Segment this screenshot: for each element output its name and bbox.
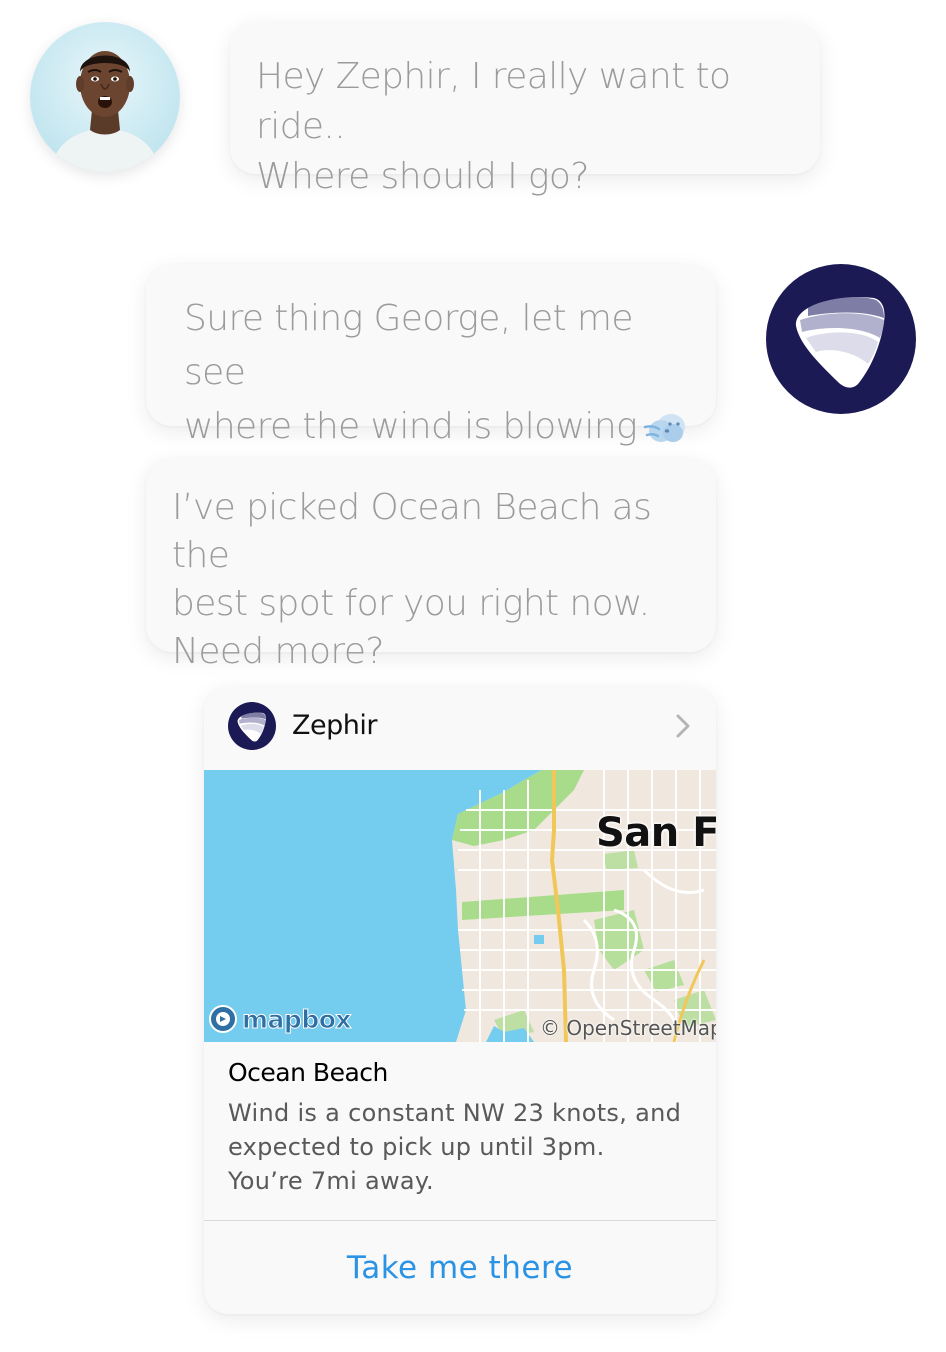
mapbox-icon [209,1005,237,1033]
zephir-logo-icon [228,702,276,750]
map-city-label: San Fr [596,810,716,856]
user-message-text: Hey Zephir, I really want to ride.. Wher… [256,56,731,197]
bot-avatar [766,264,916,414]
bot-message-text: I’ve picked Ocean Beach as the best spot… [172,487,652,672]
bot-message-text-content: Sure thing George, let me see where the … [184,298,638,447]
user-message-bubble: Hey Zephir, I really want to ride.. Wher… [230,22,820,197]
card-app-name: Zephir [292,710,377,741]
bot-message-bubble: Sure thing George, let me see where the … [146,264,716,447]
user-avatar-icon [30,22,180,172]
map-attribution[interactable]: © OpenStreetMap [540,1016,716,1040]
chat-screen: Hey Zephir, I really want to ride.. Wher… [0,0,946,1352]
bot-message-text: Sure thing George, let me see where the … [184,292,696,454]
place-description: Wind is a constant NW 23 knots, and expe… [228,1099,682,1195]
chevron-right-icon[interactable] [674,713,692,739]
mapbox-wordmark: mapbox [241,1004,352,1034]
place-title: Ocean Beach [228,1058,388,1087]
take-me-there-button[interactable]: Take me there [204,1221,716,1314]
wind-blowing-face-icon [643,414,686,442]
bot-message-bubble: I’ve picked Ocean Beach as the best spot… [146,458,716,672]
spot-card: Zephir San F mapbox © OpenStreetMap Ocea… [204,686,716,1314]
card-header[interactable]: Zephir [204,686,716,770]
mapbox-logo[interactable]: mapbox [208,1004,352,1034]
map-view[interactable]: San Fr mapbox © OpenStreetMap [204,770,716,1042]
zephir-logo-icon [766,264,916,414]
user-avatar [30,22,180,172]
